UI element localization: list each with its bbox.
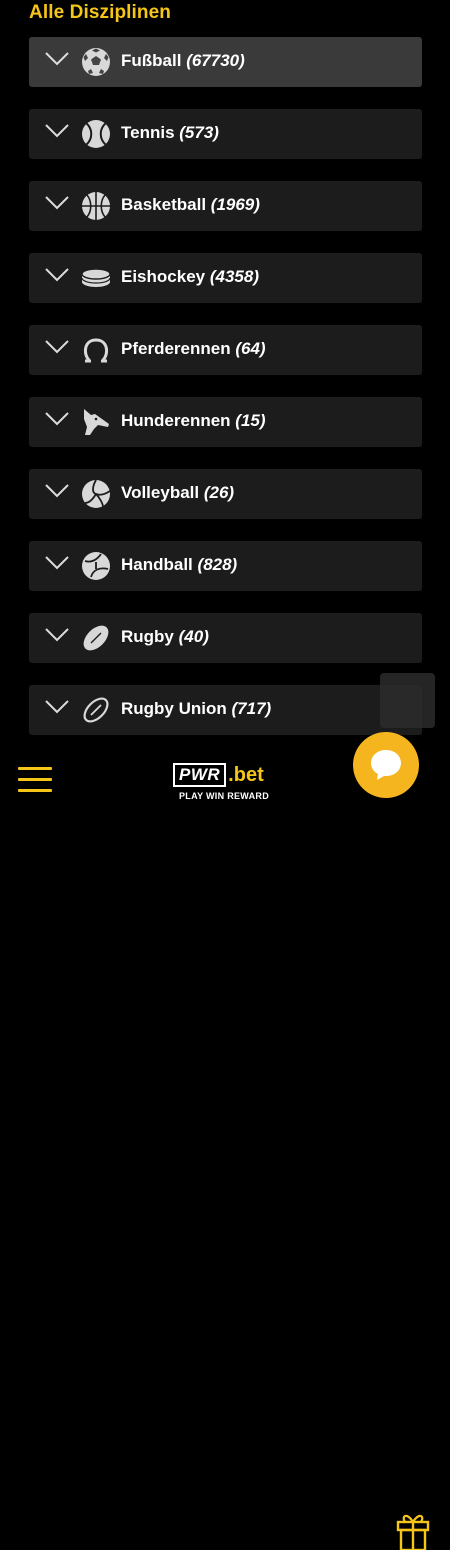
- sport-name: Basketball: [121, 195, 207, 214]
- rugby-union-ball-icon: [83, 697, 109, 723]
- chevron-down-icon: [45, 700, 69, 714]
- tennis-icon: [82, 120, 110, 148]
- sport-label: Rugby (40): [121, 627, 209, 647]
- sport-label: Fußball (67730): [121, 51, 245, 71]
- sport-row-volleyball[interactable]: Volleyball (26): [29, 469, 422, 519]
- logo-pwr-text: PWR: [173, 763, 227, 787]
- chevron-down-icon: [45, 196, 69, 210]
- sport-label: Basketball (1969): [121, 195, 260, 215]
- sport-count: (15): [235, 411, 266, 430]
- sport-name: Rugby Union: [121, 699, 227, 718]
- sport-label: Hunderennen (15): [121, 411, 266, 431]
- sport-row-football[interactable]: Fußball (67730): [29, 37, 422, 87]
- basketball-icon: [82, 192, 110, 220]
- sport-label: Eishockey (4358): [121, 267, 259, 287]
- chevron-down-icon: [45, 484, 69, 498]
- sport-row-ice-hockey[interactable]: Eishockey (4358): [29, 253, 422, 303]
- sport-row-tennis[interactable]: Tennis (573): [29, 109, 422, 159]
- sport-name: Volleyball: [121, 483, 200, 502]
- sport-count: (64): [235, 339, 266, 358]
- scroll-to-top-button[interactable]: [380, 673, 435, 728]
- chevron-down-icon: [45, 412, 69, 426]
- sport-name: Fußball: [121, 51, 182, 70]
- sport-row-horse-racing[interactable]: Pferderennen (64): [29, 325, 422, 375]
- handball-icon: [82, 552, 110, 580]
- sport-row-rugby-union[interactable]: Rugby Union (717): [29, 685, 422, 735]
- sport-name: Handball: [121, 555, 193, 574]
- sport-name: Hunderennen: [121, 411, 231, 430]
- sport-count: (4358): [209, 267, 259, 286]
- chevron-down-icon: [45, 556, 69, 570]
- greyhound-icon: [84, 409, 109, 435]
- chevron-down-icon: [45, 52, 69, 66]
- chevron-down-icon: [45, 628, 69, 642]
- football-icon: [82, 48, 110, 76]
- ice-hockey-puck-icon: [81, 268, 111, 287]
- sport-row-rugby[interactable]: Rugby (40): [29, 613, 422, 663]
- logo-tagline: PLAY WIN REWARD: [179, 791, 270, 801]
- chat-bubble-icon: [371, 750, 401, 780]
- hamburger-menu-icon[interactable]: [18, 767, 52, 795]
- sport-label: Rugby Union (717): [121, 699, 271, 719]
- live-chat-button[interactable]: [353, 732, 419, 798]
- sports-list: Fußball (67730) Tennis (573) Basketball …: [29, 37, 422, 757]
- sport-count: (717): [231, 699, 272, 718]
- chevron-down-icon: [45, 340, 69, 354]
- sport-name: Tennis: [121, 123, 175, 142]
- sport-row-greyhound-racing[interactable]: Hunderennen (15): [29, 397, 422, 447]
- sport-label: Tennis (573): [121, 123, 219, 143]
- chevron-down-icon: [45, 124, 69, 138]
- sport-row-basketball[interactable]: Basketball (1969): [29, 181, 422, 231]
- sport-label: Volleyball (26): [121, 483, 234, 503]
- sport-count: (828): [197, 555, 238, 574]
- sport-label: Handball (828): [121, 555, 237, 575]
- sport-name: Rugby: [121, 627, 174, 646]
- sport-count: (40): [178, 627, 209, 646]
- rugby-ball-icon: [83, 625, 109, 651]
- sport-row-handball[interactable]: Handball (828): [29, 541, 422, 591]
- chevron-down-icon: [45, 268, 69, 282]
- sport-count: (1969): [210, 195, 260, 214]
- page-title: Alle Disziplinen: [29, 2, 172, 23]
- sport-name: Pferderennen: [121, 339, 231, 358]
- sport-count: (67730): [186, 51, 245, 70]
- sport-label: Pferderennen (64): [121, 339, 266, 359]
- gift-icon[interactable]: [395, 1508, 431, 1550]
- sport-name: Eishockey: [121, 267, 206, 286]
- sport-count: (26): [203, 483, 235, 502]
- volleyball-icon: [82, 479, 111, 508]
- sport-count: (573): [179, 123, 219, 142]
- brand-logo[interactable]: PWR .bet PLAY WIN REWARD: [173, 763, 283, 803]
- logo-bet-text: .bet: [228, 763, 264, 786]
- horseshoe-icon: [83, 338, 109, 363]
